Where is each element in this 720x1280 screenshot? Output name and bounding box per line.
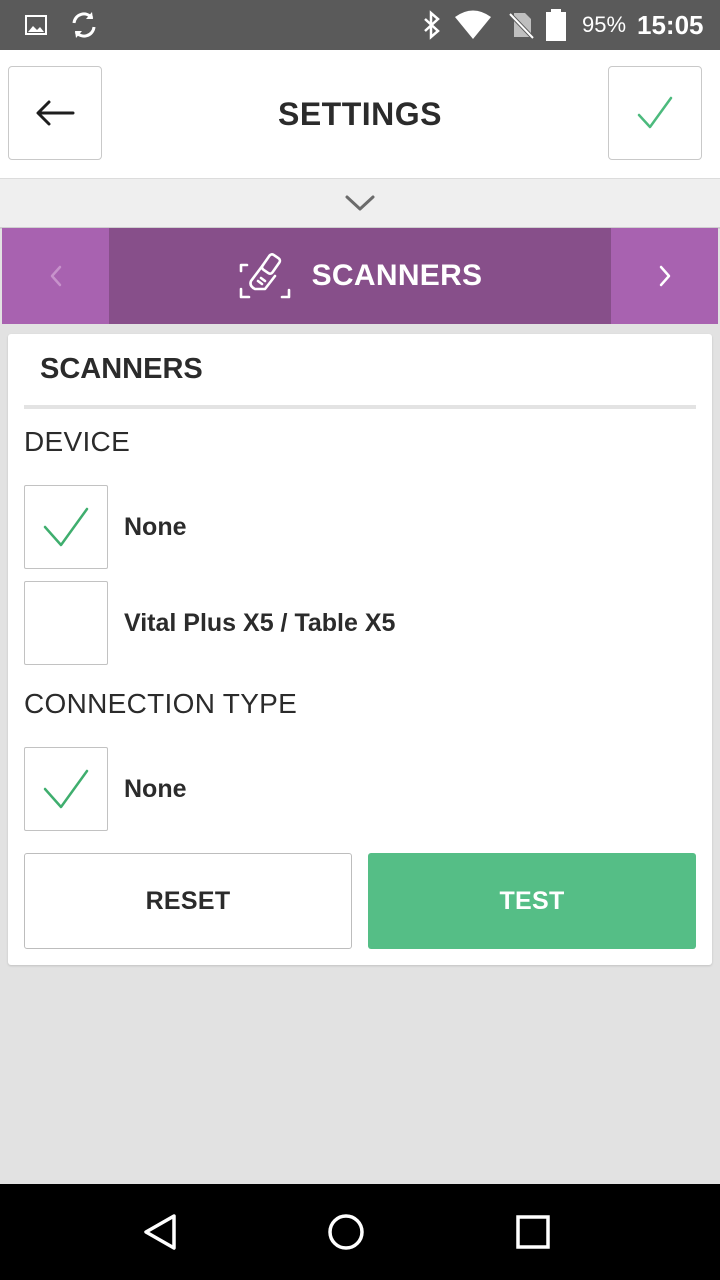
nav-back-button[interactable] (112, 1184, 208, 1280)
nav-recents-button[interactable] (485, 1184, 581, 1280)
collapse-toggle[interactable] (0, 178, 720, 229)
square-recents-icon (516, 1215, 550, 1249)
category-nav: SCANNERS (2, 228, 718, 324)
device-section-label: DEVICE (24, 426, 131, 457)
app-header: SETTINGS (0, 50, 720, 178)
device-option-none[interactable]: None (24, 485, 684, 569)
battery-percent: 95% (582, 12, 627, 37)
battery-icon (544, 0, 568, 50)
next-category-button[interactable] (611, 228, 718, 324)
checkmark-icon (637, 96, 673, 129)
checkmark-icon (43, 507, 89, 547)
image-icon (24, 0, 48, 50)
option-label: Vital Plus X5 / Table X5 (124, 608, 396, 637)
connection-option-none[interactable]: None (24, 747, 684, 831)
chevron-down-icon (345, 195, 375, 211)
prev-category-button[interactable] (2, 228, 109, 324)
option-label: None (124, 774, 187, 803)
device-option-vital-plus[interactable]: Vital Plus X5 / Table X5 (24, 581, 684, 665)
reset-button[interactable]: RESET (24, 853, 352, 949)
category-title: SCANNERS (311, 259, 483, 292)
page-title: SETTINGS (277, 95, 442, 132)
checkbox-unchecked[interactable] (24, 581, 108, 665)
system-nav-bar (0, 1184, 720, 1280)
wifi-icon (454, 0, 492, 50)
chevron-left-icon (50, 265, 61, 287)
back-button[interactable] (8, 66, 102, 160)
confirm-button[interactable] (608, 66, 702, 160)
card-title: SCANNERS (40, 352, 203, 385)
no-sim-icon (506, 0, 536, 50)
sync-icon (68, 0, 100, 50)
divider (24, 405, 696, 409)
nav-home-button[interactable] (298, 1184, 394, 1280)
scanners-card: SCANNERS DEVICE None Vital Plus X5 / Tab… (8, 334, 712, 965)
connection-section-label: CONNECTION TYPE (24, 688, 298, 719)
checkmark-icon (43, 769, 89, 809)
scanner-icon (239, 253, 290, 299)
arrow-left-icon (36, 100, 75, 126)
circle-home-icon (328, 1214, 364, 1250)
checkbox-checked[interactable] (24, 747, 108, 831)
chevron-right-icon (659, 265, 670, 287)
bluetooth-icon (420, 0, 444, 50)
status-bar: 95% 15:05 (0, 0, 720, 50)
test-button[interactable]: TEST (368, 853, 696, 949)
triangle-back-icon (144, 1214, 176, 1250)
option-label: None (124, 512, 187, 541)
clock: 15:05 (637, 9, 704, 40)
checkbox-checked[interactable] (24, 485, 108, 569)
current-category: SCANNERS (109, 228, 611, 324)
